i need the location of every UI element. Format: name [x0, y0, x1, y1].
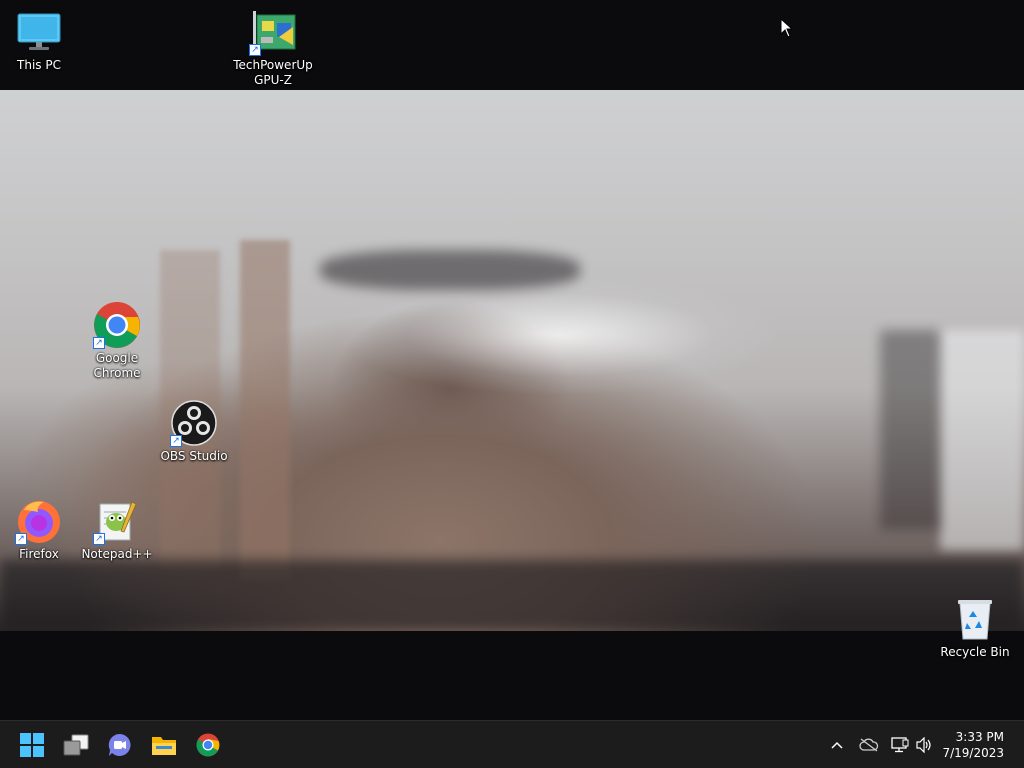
volume-button[interactable]: [914, 735, 934, 755]
chrome-icon: ↗: [93, 301, 141, 349]
obs-icon: ↗: [170, 399, 218, 447]
chat-button[interactable]: [104, 729, 136, 761]
wallpaper-blur-cap: [320, 250, 580, 290]
firefox-icon: ↗: [15, 497, 63, 545]
windows-start-icon: [20, 733, 44, 757]
task-view-button[interactable]: [60, 729, 92, 761]
desktop-icon-notepad-plus-plus[interactable]: ↗ Notepad++: [79, 497, 155, 562]
volume-icon: [916, 737, 931, 753]
notepad-plus-plus-icon: ↗: [93, 497, 141, 545]
file-explorer-button[interactable]: [148, 729, 180, 761]
shortcut-arrow-icon: ↗: [170, 435, 182, 447]
shortcut-arrow-icon: ↗: [249, 44, 261, 56]
onedrive-offline-icon: [859, 738, 879, 752]
desktop-icon-label: This PC: [17, 58, 61, 72]
wallpaper-blur-shorts: [0, 560, 1024, 631]
desktop-icon-firefox[interactable]: ↗ Firefox: [1, 497, 77, 562]
clock-date: 7/19/2023: [942, 746, 1004, 760]
show-hidden-icons-button[interactable]: [827, 735, 847, 755]
shortcut-arrow-icon: ↗: [93, 533, 105, 545]
desktop-icon-label: OBS Studio: [160, 449, 228, 463]
desktop-icon-obs-studio[interactable]: ↗ OBS Studio: [156, 399, 232, 464]
desktop-icon-label: TechPowerUp GPU-Z: [233, 58, 313, 87]
taskbar: 3:33 PM 7/19/2023: [0, 720, 1024, 768]
mouse-cursor-icon: [780, 17, 794, 42]
wallpaper-blur-window: [940, 330, 1024, 550]
desktop-icon-this-pc[interactable]: This PC: [1, 8, 77, 73]
wallpaper-blur-arm: [240, 240, 290, 580]
folder-icon: [152, 737, 176, 755]
desktop-icon-google-chrome[interactable]: ↗ Google Chrome: [79, 301, 155, 381]
desktop-icon-label: Recycle Bin: [940, 645, 1010, 659]
chat-icon: [108, 733, 131, 756]
monitor-icon: [15, 8, 63, 56]
chrome-taskbar-button[interactable]: [192, 729, 224, 761]
chevron-up-icon: [831, 741, 843, 749]
clock-time: 3:33 PM: [955, 730, 1004, 744]
desktop-icon-gpu-z[interactable]: ↗ TechPowerUp GPU-Z: [233, 8, 313, 88]
desktop-icon-label: Firefox: [19, 547, 59, 561]
desktop-icon-recycle-bin[interactable]: Recycle Bin: [937, 595, 1013, 660]
gpu-z-icon: ↗: [249, 8, 297, 56]
desktop-icon-label: Notepad++: [81, 547, 153, 561]
network-button[interactable]: [890, 735, 910, 755]
shortcut-arrow-icon: ↗: [93, 337, 105, 349]
network-icon: [891, 737, 909, 753]
desktop-icon-label: Google Chrome: [93, 351, 141, 380]
wallpaper-blur-door: [880, 330, 940, 530]
start-button[interactable]: [16, 729, 48, 761]
taskbar-clock[interactable]: 3:33 PM 7/19/2023: [942, 729, 1004, 761]
shortcut-arrow-icon: ↗: [15, 533, 27, 545]
chrome-icon: [196, 733, 220, 757]
onedrive-status-button[interactable]: [859, 735, 879, 755]
task-view-icon: [63, 734, 89, 756]
recycle-bin-icon: [951, 595, 999, 643]
